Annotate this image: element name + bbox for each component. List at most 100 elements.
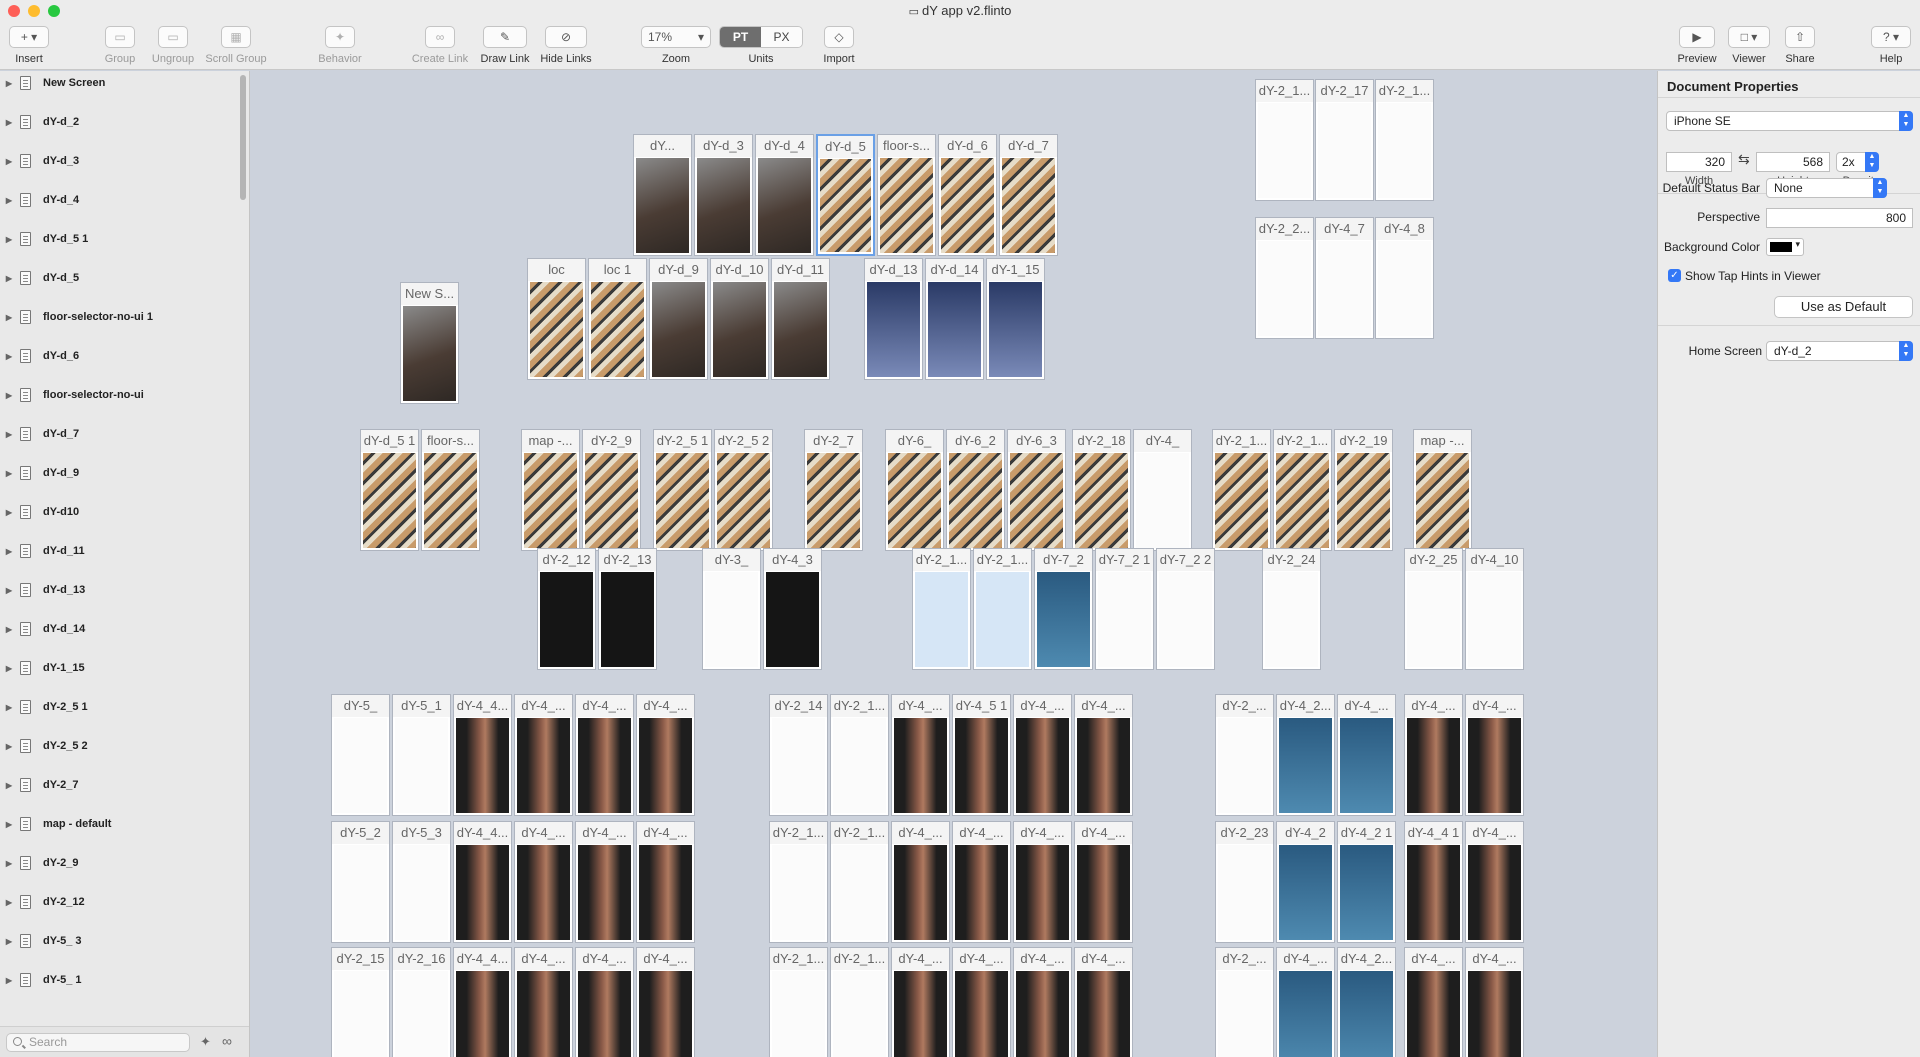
screen-thumbnail[interactable]: dY-2_15 — [331, 947, 390, 1057]
screen-thumbnail[interactable]: dY-6_3 — [1007, 429, 1066, 551]
sidebar-screen-item[interactable]: ▶ map - default — [0, 813, 240, 835]
screen-thumbnail[interactable]: dY-4_... — [1465, 694, 1524, 816]
disclosure-triangle-icon[interactable]: ▶ — [0, 586, 18, 595]
import-tool[interactable]: ◇ Import — [819, 26, 859, 65]
disclosure-triangle-icon[interactable]: ▶ — [0, 820, 18, 829]
disclosure-triangle-icon[interactable]: ▶ — [0, 391, 18, 400]
screen-thumbnail[interactable]: dY-4_... — [1074, 947, 1133, 1057]
disclosure-triangle-icon[interactable]: ▶ — [0, 196, 18, 205]
screen-thumbnail[interactable]: dY-4_10 — [1465, 548, 1524, 670]
insert-tool[interactable]: + ▾ Insert — [8, 26, 50, 65]
screen-thumbnail[interactable]: floor-s... — [877, 134, 936, 256]
background-color-well[interactable]: ▾ — [1766, 238, 1804, 256]
screen-thumbnail[interactable]: dY-2_12 — [537, 548, 596, 670]
screen-thumbnail[interactable]: dY-5_ — [331, 694, 390, 816]
zoom-control[interactable]: 17% ▾ Zoom — [641, 26, 711, 65]
screen-thumbnail[interactable]: dY-2_23 — [1215, 821, 1274, 943]
screen-thumbnail[interactable]: dY-2_... — [1215, 947, 1274, 1057]
screen-thumbnail[interactable]: dY-2_13 — [598, 548, 657, 670]
density-select[interactable]: 2x ▲ ▼ — [1836, 152, 1879, 172]
screen-thumbnail[interactable]: dY-4_... — [1465, 947, 1524, 1057]
search-input[interactable]: Search — [6, 1033, 190, 1052]
screen-thumbnail[interactable]: loc 1 — [588, 258, 647, 380]
screen-thumbnail[interactable]: dY-4_2... — [1276, 694, 1335, 816]
screen-thumbnail[interactable]: map -... — [1413, 429, 1472, 551]
sidebar-screen-item[interactable]: ▶ dY-d_3 — [0, 150, 240, 172]
sidebar-screen-item[interactable]: ▶ dY-1_15 — [0, 657, 240, 679]
screen-thumbnail[interactable]: dY-2_24 — [1262, 548, 1321, 670]
disclosure-triangle-icon[interactable]: ▶ — [0, 781, 18, 790]
screen-thumbnail[interactable]: dY-4_... — [1276, 947, 1335, 1057]
width-input[interactable]: 320 — [1666, 152, 1732, 172]
sidebar-screen-item[interactable]: ▶ dY-2_5 2 — [0, 735, 240, 757]
draw-link-tool[interactable]: ✎ Draw Link — [476, 26, 534, 65]
units-px-button[interactable]: PX — [761, 27, 802, 47]
sidebar-screen-item[interactable]: ▶ dY-2_5 1 — [0, 696, 240, 718]
zoom-window-button[interactable] — [48, 5, 60, 17]
screen-thumbnail[interactable]: dY-d_9 — [649, 258, 708, 380]
sidebar-screen-item[interactable]: ▶ dY-d_4 — [0, 189, 240, 211]
screen-thumbnail[interactable]: dY-4_... — [891, 821, 950, 943]
screen-thumbnail[interactable]: dY-4_4... — [453, 947, 512, 1057]
screen-thumbnail[interactable]: dY-d_6 — [938, 134, 997, 256]
units-pt-button[interactable]: PT — [720, 27, 761, 47]
screen-thumbnail[interactable]: dY-4_4... — [453, 821, 512, 943]
screen-thumbnail[interactable]: dY-4_... — [514, 947, 573, 1057]
height-input[interactable]: 568 — [1756, 152, 1830, 172]
screen-thumbnail[interactable]: dY-4_ — [1133, 429, 1192, 551]
screen-thumbnail[interactable]: dY-2_1... — [973, 548, 1032, 670]
behavior-tool[interactable]: ✦ Behavior — [315, 26, 365, 65]
disclosure-triangle-icon[interactable]: ▶ — [0, 235, 18, 244]
help-tool[interactable]: ? ▾ Help — [1870, 26, 1912, 65]
screen-thumbnail[interactable]: dY-2_1... — [830, 694, 889, 816]
disclosure-triangle-icon[interactable]: ▶ — [0, 508, 18, 517]
disclosure-triangle-icon[interactable]: ▶ — [0, 976, 18, 985]
screen-thumbnail[interactable]: dY-4_2 1 — [1337, 821, 1396, 943]
share-tool[interactable]: ⇧ Share — [1780, 26, 1820, 65]
screen-thumbnail[interactable]: dY-d_7 — [999, 134, 1058, 256]
sidebar-screen-item[interactable]: ▶ dY-d_5 — [0, 267, 240, 289]
screen-thumbnail[interactable]: dY-4_... — [1013, 821, 1072, 943]
screen-thumbnail[interactable]: dY-4_... — [891, 947, 950, 1057]
screen-thumbnail[interactable]: map -... — [521, 429, 580, 551]
hide-links-tool[interactable]: ⊘ Hide Links — [539, 26, 593, 65]
screen-thumbnail[interactable]: dY-4_3 — [763, 548, 822, 670]
use-as-default-button[interactable]: Use as Default — [1774, 296, 1913, 318]
sidebar-screen-item[interactable]: ▶ dY-d_2 — [0, 111, 240, 133]
disclosure-triangle-icon[interactable]: ▶ — [0, 547, 18, 556]
screen-thumbnail[interactable]: dY-4_... — [952, 947, 1011, 1057]
viewer-tool[interactable]: □ ▾ Viewer — [1726, 26, 1772, 65]
perspective-input[interactable]: 800 — [1766, 208, 1913, 228]
screen-thumbnail[interactable]: loc — [527, 258, 586, 380]
disclosure-triangle-icon[interactable]: ▶ — [0, 313, 18, 322]
disclosure-triangle-icon[interactable]: ▶ — [0, 742, 18, 751]
sidebar-scrollbar[interactable] — [240, 75, 246, 200]
screen-thumbnail[interactable]: floor-s... — [421, 429, 480, 551]
screen-thumbnail[interactable]: dY-2_18 — [1072, 429, 1131, 551]
screen-thumbnail[interactable]: dY-4_... — [1074, 694, 1133, 816]
link-icon[interactable]: ∞ — [222, 1033, 232, 1049]
screen-thumbnail[interactable]: dY-d_11 — [771, 258, 830, 380]
home-screen-select[interactable]: dY-d_2 ▲ ▼ — [1766, 341, 1913, 361]
screen-thumbnail[interactable]: dY-3_ — [702, 548, 761, 670]
sidebar-screen-item[interactable]: ▶ floor-selector-no-ui — [0, 384, 240, 406]
sidebar-screen-item[interactable]: ▶ floor-selector-no-ui 1 — [0, 306, 240, 328]
screen-thumbnail[interactable]: dY-4_... — [1013, 694, 1072, 816]
sidebar-screen-item[interactable]: ▶ dY-d10 — [0, 501, 240, 523]
screen-thumbnail[interactable]: dY-4_4... — [453, 694, 512, 816]
screen-thumbnail[interactable]: dY-d_13 — [864, 258, 923, 380]
sidebar-screen-item[interactable]: ▶ dY-2_7 — [0, 774, 240, 796]
screen-thumbnail[interactable]: dY-2_1... — [1255, 79, 1314, 201]
screen-thumbnail[interactable]: dY-2_17 — [1315, 79, 1374, 201]
screen-thumbnail[interactable]: dY-4_... — [514, 821, 573, 943]
screen-thumbnail[interactable]: dY-4_... — [636, 947, 695, 1057]
disclosure-triangle-icon[interactable]: ▶ — [0, 274, 18, 283]
disclosure-triangle-icon[interactable]: ▶ — [0, 352, 18, 361]
screen-thumbnail[interactable]: dY-2_1... — [769, 821, 828, 943]
sidebar-screen-item[interactable]: ▶ New Screen — [0, 72, 240, 94]
sidebar-screen-item[interactable]: ▶ dY-5_ 3 — [0, 930, 240, 952]
screen-thumbnail[interactable]: dY-2_1... — [830, 947, 889, 1057]
screen-thumbnail[interactable]: dY-7_2 2 — [1156, 548, 1215, 670]
screen-thumbnail[interactable]: dY-d_14 — [925, 258, 984, 380]
screen-thumbnail[interactable]: dY-6_2 — [946, 429, 1005, 551]
